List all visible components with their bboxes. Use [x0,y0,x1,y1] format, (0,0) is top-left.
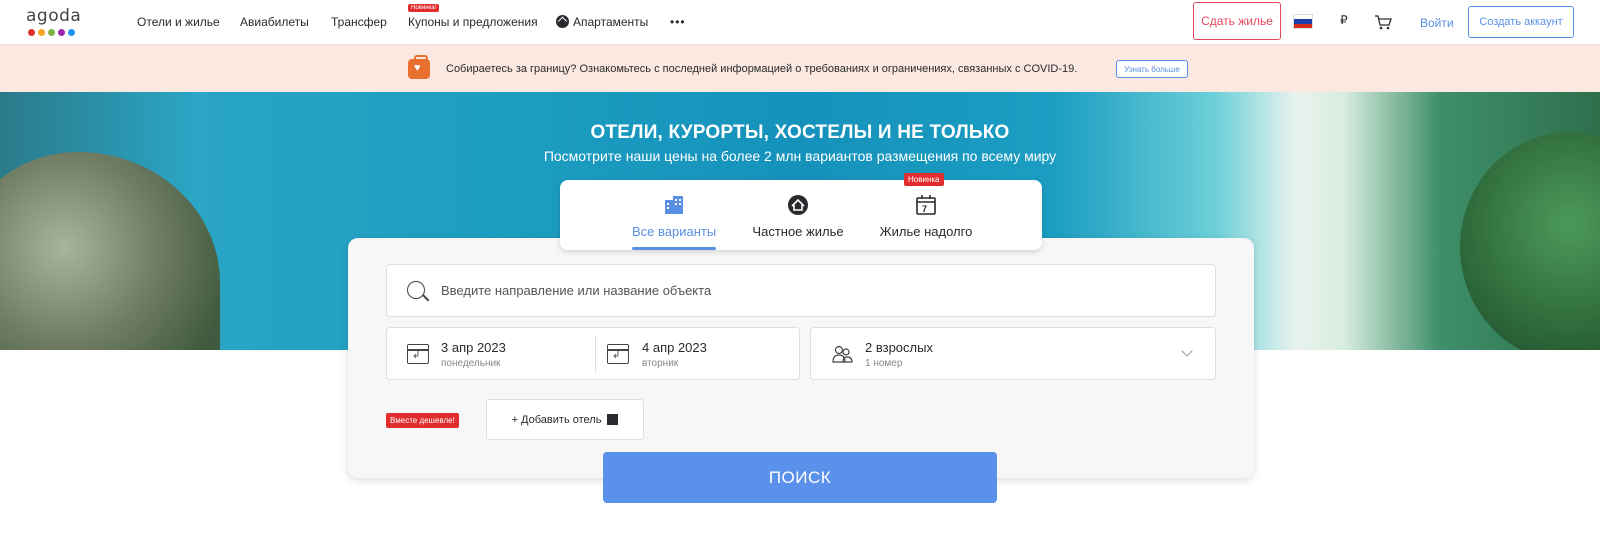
destination-search-field[interactable]: Введите направление или название объекта [386,264,1216,317]
hotel-icon [607,414,619,425]
destination-input[interactable]: Введите направление или название объекта [441,283,711,298]
nav-transfer[interactable]: Трансфер [331,15,387,29]
date-picker[interactable]: 3 апр 2023 понедельник 4 апр 2023 вторни… [386,327,800,380]
logo-text: agoda [26,6,82,26]
logo-dot-blue [68,29,75,36]
cheaper-together-badge: Вместе дешевле! [386,413,459,428]
tab-all-options[interactable]: Все варианты [632,180,716,250]
rooms-count: 1 номер [865,358,903,369]
hotel-building-icon [665,196,683,214]
host-property-button[interactable]: Сдать жилье [1193,2,1281,40]
apartment-icon [556,15,569,28]
nav-apartments-label: Апартаменты [573,15,649,29]
checkout-weekday: вторник [642,358,679,369]
svg-text:7: 7 [922,204,927,214]
tab-long-stays-label: Жилье надолго [879,224,973,239]
logo-dot-orange [38,29,45,36]
nav-apartments[interactable]: Апартаменты [556,15,648,29]
tab-private-homes[interactable]: Частное жилье [752,180,844,250]
russia-flag-icon[interactable] [1293,14,1313,29]
date-divider [595,336,596,373]
coupons-new-badge: Новинка! [408,4,440,12]
guests-selector[interactable]: 2 взрослых 1 номер [810,327,1216,380]
nav-more-menu[interactable]: ••• [670,15,686,29]
checkout-calendar-icon [607,344,629,364]
travel-bag-icon [408,55,430,79]
top-navigation-bar: agoda Отели и жилье Авиабилеты Трансфер … [0,0,1600,44]
search-button[interactable]: ПОИСК [603,452,997,503]
nav-hotels[interactable]: Отели и жилье [137,15,220,29]
logo-dot-purple [58,29,65,36]
checkin-date[interactable]: 3 апр 2023 [441,340,506,355]
covid-banner-text: Собираетесь за границу? Ознакомьтесь с п… [446,63,1078,75]
logo-dot-red [28,29,35,36]
nav-flights[interactable]: Авиабилеты [240,15,309,29]
people-icon [832,345,853,363]
chevron-down-icon[interactable] [1181,345,1193,357]
learn-more-button[interactable]: Узнать больше [1116,60,1188,78]
long-stays-new-badge: Новинка [904,173,944,186]
nav-coupons[interactable]: Купоны и предложения [408,15,538,29]
search-icon [407,281,425,299]
checkout-date[interactable]: 4 апр 2023 [642,340,707,355]
agoda-logo[interactable]: agoda [26,6,88,40]
search-tabs: Все варианты Частное жилье 7 Жилье надол… [560,180,1042,250]
add-hotel-label: + Добавить отель [511,413,602,426]
logo-dot-green [48,29,55,36]
login-link[interactable]: Войти [1420,16,1454,30]
calendar-7-icon: 7 [916,195,936,215]
checkin-calendar-icon [407,344,429,364]
checkin-weekday: понедельник [441,358,501,369]
home-icon [788,195,808,215]
logo-dots [28,29,75,36]
tab-all-options-label: Все варианты [632,224,717,239]
create-account-button[interactable]: Создать аккаунт [1468,6,1574,38]
add-hotel-button[interactable]: + Добавить отель [486,399,644,440]
tab-private-homes-label: Частное жилье [752,224,844,239]
guests-count: 2 взрослых [865,340,933,355]
hero-title: ОТЕЛИ, КУРОРТЫ, ХОСТЕЛЫ И НЕ ТОЛЬКО [590,122,1010,143]
hero-subtitle: Посмотрите наши цены на более 2 млн вари… [543,148,1057,164]
tab-long-stays[interactable]: 7 Жилье надолго [878,180,974,250]
currency-selector[interactable]: ₽ [1340,13,1348,27]
cart-icon[interactable] [1374,14,1392,30]
covid-banner: Собираетесь за границу? Ознакомьтесь с п… [0,44,1600,92]
